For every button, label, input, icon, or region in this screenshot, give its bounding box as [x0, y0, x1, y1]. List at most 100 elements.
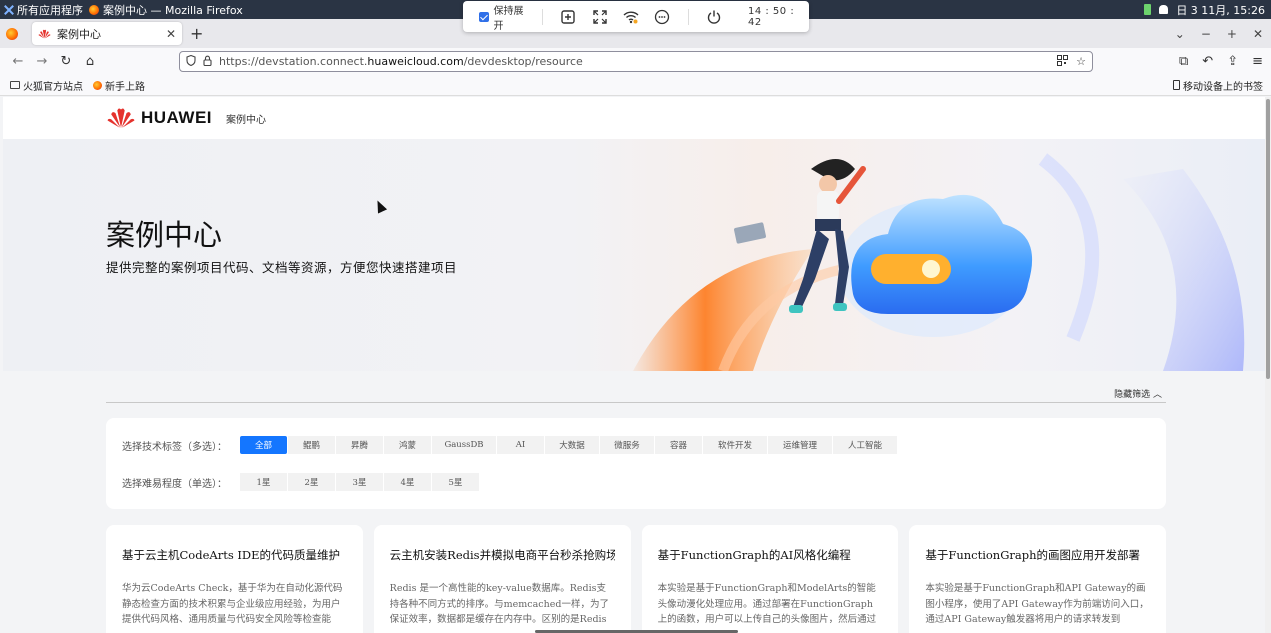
case-card[interactable]: 基于FunctionGraph的AI风格化编程 本实验是基于FunctionGr… [641, 525, 899, 633]
lock-icon[interactable] [203, 55, 212, 69]
applications-menu[interactable]: 所有应用程序 [0, 2, 83, 18]
close-tab-icon[interactable]: ✕ [166, 27, 176, 41]
navigation-toolbar: ← → ↻ ⌂ https://devstation.connect.huawe… [0, 48, 1271, 75]
bookmark-star-icon[interactable]: ☆ [1076, 55, 1086, 69]
fullscreen-icon[interactable] [591, 8, 608, 26]
system-tray: 日 3 11月, 15:26 [1144, 0, 1265, 19]
section-divider [106, 402, 1166, 403]
applications-menu-label: 所有应用程序 [17, 3, 83, 17]
brand-name: HUAWEI [141, 108, 212, 127]
tag-chip-harmony[interactable]: 鸿蒙 [384, 436, 431, 454]
hero-banner: 案例中心 提供完整的案例项目代码、文档等资源，方便您快速搭建项目 [3, 139, 1265, 371]
firefox-icon [93, 80, 102, 90]
close-window-icon[interactable]: ✕ [1253, 27, 1263, 41]
phone-icon [1173, 80, 1180, 90]
difficulty-chip-5-star[interactable]: 5星 [432, 473, 479, 491]
new-tab-icon[interactable]: + [190, 24, 203, 43]
case-card[interactable]: 云主机安装Redis并模拟电商平台秒杀抢购场景 Redis 是一个高性能的key… [373, 525, 631, 633]
tag-chip-bigdata[interactable]: 大数据 [545, 436, 599, 454]
difficulty-chip-4-star[interactable]: 4星 [384, 473, 431, 491]
banner-subtitle: 提供完整的案例项目代码、文档等资源，方便您快速搭建项目 [106, 260, 458, 275]
tracking-protection-shield-icon[interactable] [186, 54, 196, 69]
qr-code-icon[interactable] [1057, 54, 1069, 69]
tag-chip-artificial-intelligence[interactable]: 人工智能 [833, 436, 897, 454]
firefox-icon [89, 4, 99, 15]
battery-icon[interactable] [1144, 4, 1152, 15]
bookmark-item-firefox-official[interactable]: 火狐官方站点 [10, 78, 83, 93]
tag-chip-container[interactable]: 容器 [655, 436, 702, 454]
undo-icon[interactable]: ↶ [1202, 54, 1213, 69]
case-card[interactable]: 基于FunctionGraph的画图应用开发部署 本实验是基于FunctionG… [909, 525, 1167, 633]
home-icon[interactable]: ⌂ [78, 54, 102, 69]
tag-chip-all[interactable]: 全部 [240, 436, 287, 454]
tag-chip-gaussdb[interactable]: GaussDB [432, 436, 496, 454]
bookmark-label: 火狐官方站点 [23, 81, 83, 93]
toolbar-divider [541, 8, 543, 25]
url-path: /devdesktop/resource [463, 55, 583, 68]
list-all-tabs-icon[interactable]: ⌄ [1175, 27, 1185, 41]
tech-tag-row: 选择技术标签（多选）： 全部 鲲鹏 昇腾 鸿蒙 GaussDB AI 大数据 微… [122, 436, 898, 454]
huawei-flower-icon [107, 108, 135, 128]
forward-arrow-icon[interactable]: → [30, 54, 54, 69]
bookmark-label: 新手上路 [105, 81, 145, 93]
wifi-signal-icon[interactable] [622, 8, 639, 26]
bookmarks-toolbar: 火狐官方站点 新手上路 移动设备上的书签 [0, 75, 1271, 96]
firefox-view-button[interactable] [0, 27, 24, 40]
tag-chip-software-dev[interactable]: 软件开发 [703, 436, 767, 454]
tag-chip-ops-management[interactable]: 运维管理 [768, 436, 832, 454]
difficulty-row: 选择难易程度（单选）： 1星 2星 3星 4星 5星 [122, 473, 480, 491]
minimize-icon[interactable]: − [1201, 27, 1211, 41]
hamburger-menu-icon[interactable]: ≡ [1252, 54, 1263, 69]
notification-bell-icon[interactable] [1159, 5, 1169, 14]
keep-expanded-toggle[interactable]: 保持展开 [479, 2, 532, 32]
site-header: HUAWEI 案例中心 [3, 97, 1265, 139]
address-bar[interactable]: https://devstation.connect.huaweicloud.c… [179, 51, 1093, 72]
power-icon[interactable] [706, 8, 723, 26]
window-controls: ⌄ − + ✕ [1175, 19, 1263, 48]
hide-filter-toggle[interactable]: 隐藏筛选 ︿ [1114, 387, 1162, 400]
difficulty-chip-2-star[interactable]: 2星 [288, 473, 335, 491]
header-section-title[interactable]: 案例中心 [226, 111, 266, 126]
firefox-icon [6, 27, 18, 40]
hero-cloud-illustration [633, 153, 1245, 371]
taskbar-window-title: 案例中心 — Mozilla Firefox [103, 3, 243, 17]
difficulty-chip-1-star[interactable]: 1星 [240, 473, 287, 491]
toolbar-divider [687, 8, 689, 25]
more-options-icon[interactable] [654, 8, 671, 26]
case-card-title: 基于云主机CodeArts IDE的代码质量维护 [122, 548, 341, 562]
filter-panel: 选择技术标签（多选）： 全部 鲲鹏 昇腾 鸿蒙 GaussDB AI 大数据 微… [106, 418, 1166, 509]
tag-chip-microservice[interactable]: 微服务 [600, 436, 654, 454]
case-card-title: 云主机安装Redis并模拟电商平台秒杀抢购场景 [389, 548, 615, 562]
checkbox-checked-icon[interactable] [479, 11, 489, 22]
bookmark-item-getting-started[interactable]: 新手上路 [93, 78, 145, 93]
tag-chip-ascend[interactable]: 昇腾 [336, 436, 383, 454]
clock-datetime[interactable]: 日 3 11月, 15:26 [1176, 2, 1265, 18]
case-card[interactable]: 基于云主机CodeArts IDE的代码质量维护 华为云CodeArts Che… [106, 525, 363, 633]
case-card-description: 本实验是基于FunctionGraph和API Gateway的画图小程序，使用… [925, 583, 1149, 625]
folder-icon [10, 81, 20, 89]
maximize-icon[interactable]: + [1227, 27, 1237, 41]
page-scrollbar[interactable] [1265, 97, 1271, 633]
case-card-title: 基于FunctionGraph的AI风格化编程 [657, 548, 851, 562]
mobile-bookmarks-folder[interactable]: 移动设备上的书签 [1173, 78, 1263, 93]
tech-tag-label: 选择技术标签（多选）： [122, 441, 227, 453]
tag-chip-kunpeng[interactable]: 鲲鹏 [288, 436, 335, 454]
toolbar-right-icons: ⧉ ↶ ⇪ ≡ [1179, 48, 1263, 75]
back-arrow-icon[interactable]: ← [6, 54, 30, 69]
case-card-description: 华为云CodeArts Check，基于华为在自动化源代码静态检查方面的技术积累… [122, 583, 343, 625]
difficulty-chip-3-star[interactable]: 3星 [336, 473, 383, 491]
remote-desktop-toolbar: 保持展开 14 : 50 : 42 [463, 1, 809, 32]
address-bar-actions: ☆ [1057, 54, 1086, 69]
extensions-icon[interactable]: ⇪ [1227, 54, 1238, 69]
url-domain: huaweicloud.com [367, 55, 464, 68]
huawei-logo[interactable]: HUAWEI [106, 107, 212, 129]
tab-active[interactable]: 案例中心 ✕ [32, 22, 182, 45]
add-window-icon[interactable] [560, 8, 577, 26]
tag-chip-ai[interactable]: AI [497, 436, 544, 454]
reload-icon[interactable]: ↻ [54, 54, 78, 69]
crop-screenshot-icon[interactable]: ⧉ [1179, 54, 1188, 69]
scrollbar-thumb[interactable] [1266, 99, 1270, 379]
tab-title: 案例中心 [57, 27, 101, 41]
taskbar-window-button[interactable]: 案例中心 — Mozilla Firefox [89, 2, 243, 18]
banner-title: 案例中心 [106, 218, 223, 252]
